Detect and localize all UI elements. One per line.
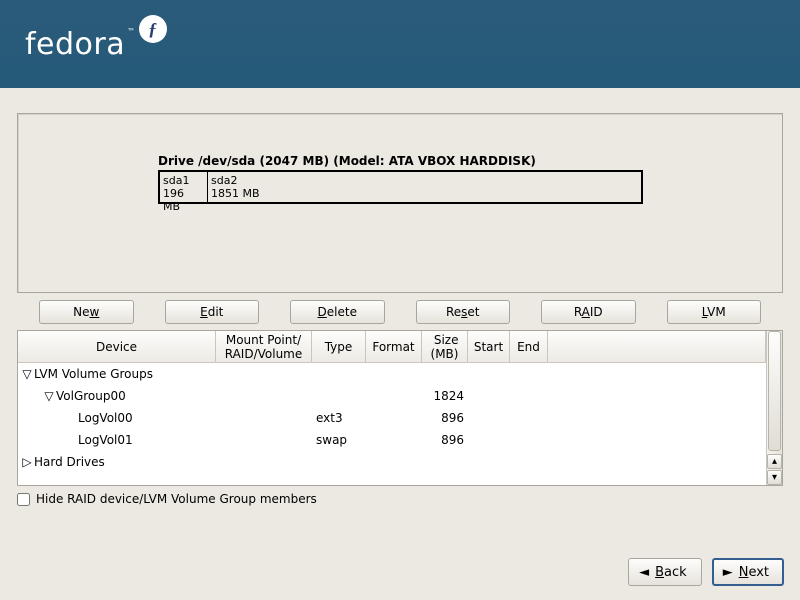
type-cell: swap — [312, 433, 366, 447]
scroll-up-icon[interactable]: ▴ — [767, 454, 782, 469]
col-type[interactable]: Type — [312, 331, 366, 362]
col-mount[interactable]: Mount Point/ RAID/Volume — [216, 331, 312, 362]
header-bar: fedora™ ƒ — [0, 0, 800, 88]
col-format[interactable]: Format — [366, 331, 422, 362]
lvm-button[interactable]: LVM — [667, 300, 762, 324]
col-start[interactable]: Start — [468, 331, 510, 362]
partition-bar[interactable]: sda1196 MBsda21851 MB — [158, 170, 643, 204]
reset-button[interactable]: Reset — [416, 300, 511, 324]
hide-raid-checkbox[interactable] — [17, 493, 30, 506]
disclosure-triangle-icon[interactable]: ▷ — [22, 455, 32, 469]
partition-size: 196 MB — [163, 187, 204, 213]
back-arrow-icon: ◄ — [639, 566, 649, 579]
col-end[interactable]: End — [510, 331, 548, 362]
partition-name: sda1 — [163, 174, 204, 187]
action-button-row: New Edit Delete Reset RAID LVM — [17, 300, 783, 324]
main-panel: Drive /dev/sda (2047 MB) (Model: ATA VBO… — [0, 88, 800, 600]
partition-segment[interactable]: sda21851 MB — [208, 172, 641, 202]
table-row[interactable]: ▷Hard Drives — [18, 451, 766, 473]
device-cell: LVM Volume Groups — [34, 367, 153, 381]
partition-segment[interactable]: sda1196 MB — [160, 172, 208, 202]
partition-table: Device Mount Point/ RAID/Volume Type For… — [17, 330, 783, 486]
new-button[interactable]: New — [39, 300, 134, 324]
table-header-row: Device Mount Point/ RAID/Volume Type For… — [18, 331, 766, 363]
delete-button[interactable]: Delete — [290, 300, 385, 324]
col-spacer — [548, 331, 766, 362]
size-cell: 896 — [422, 433, 468, 447]
drive-diagram-panel: Drive /dev/sda (2047 MB) (Model: ATA VBO… — [17, 113, 783, 293]
next-arrow-icon: ► — [723, 566, 733, 579]
table-row[interactable]: LogVol01 swap 896 — [18, 429, 766, 451]
nav-button-row: ◄ Back ► Next — [628, 558, 784, 586]
table-body: ▽LVM Volume Groups▽VolGroup001824LogVol0… — [18, 363, 766, 473]
device-cell: VolGroup00 — [56, 389, 126, 403]
disclosure-triangle-icon[interactable]: ▽ — [44, 389, 54, 403]
hide-raid-label[interactable]: Hide RAID device/LVM Volume Group member… — [36, 492, 317, 506]
scroll-down-icon[interactable]: ▾ — [767, 470, 782, 485]
partition-name: sda2 — [211, 174, 638, 187]
logo-bubble-icon: ƒ — [139, 15, 167, 43]
col-size[interactable]: Size (MB) — [422, 331, 468, 362]
scrollbar-thumb[interactable] — [768, 331, 781, 451]
size-cell: 1824 — [422, 389, 468, 403]
table-row[interactable]: ▽LVM Volume Groups — [18, 363, 766, 385]
drive-header-label: Drive /dev/sda (2047 MB) (Model: ATA VBO… — [158, 154, 536, 168]
raid-button[interactable]: RAID — [541, 300, 636, 324]
disclosure-triangle-icon[interactable]: ▽ — [22, 367, 32, 381]
device-cell: Hard Drives — [34, 455, 105, 469]
fedora-logo: fedora™ ƒ — [25, 27, 167, 62]
device-cell: LogVol00 — [78, 411, 133, 425]
type-cell: ext3 — [312, 411, 366, 425]
next-button[interactable]: ► Next — [712, 558, 784, 586]
table-row[interactable]: ▽VolGroup00 1824 — [18, 385, 766, 407]
size-cell: 896 — [422, 411, 468, 425]
edit-button[interactable]: Edit — [165, 300, 260, 324]
col-device[interactable]: Device — [18, 331, 216, 362]
vertical-scrollbar[interactable]: ▴ ▾ — [766, 331, 782, 485]
hide-raid-checkbox-row: Hide RAID device/LVM Volume Group member… — [17, 492, 317, 506]
device-cell: LogVol01 — [78, 433, 133, 447]
partition-size: 1851 MB — [211, 187, 638, 200]
table-row[interactable]: LogVol00 ext3 896 — [18, 407, 766, 429]
logo-wordmark: fedora™ — [25, 27, 136, 62]
back-button[interactable]: ◄ Back — [628, 558, 702, 586]
